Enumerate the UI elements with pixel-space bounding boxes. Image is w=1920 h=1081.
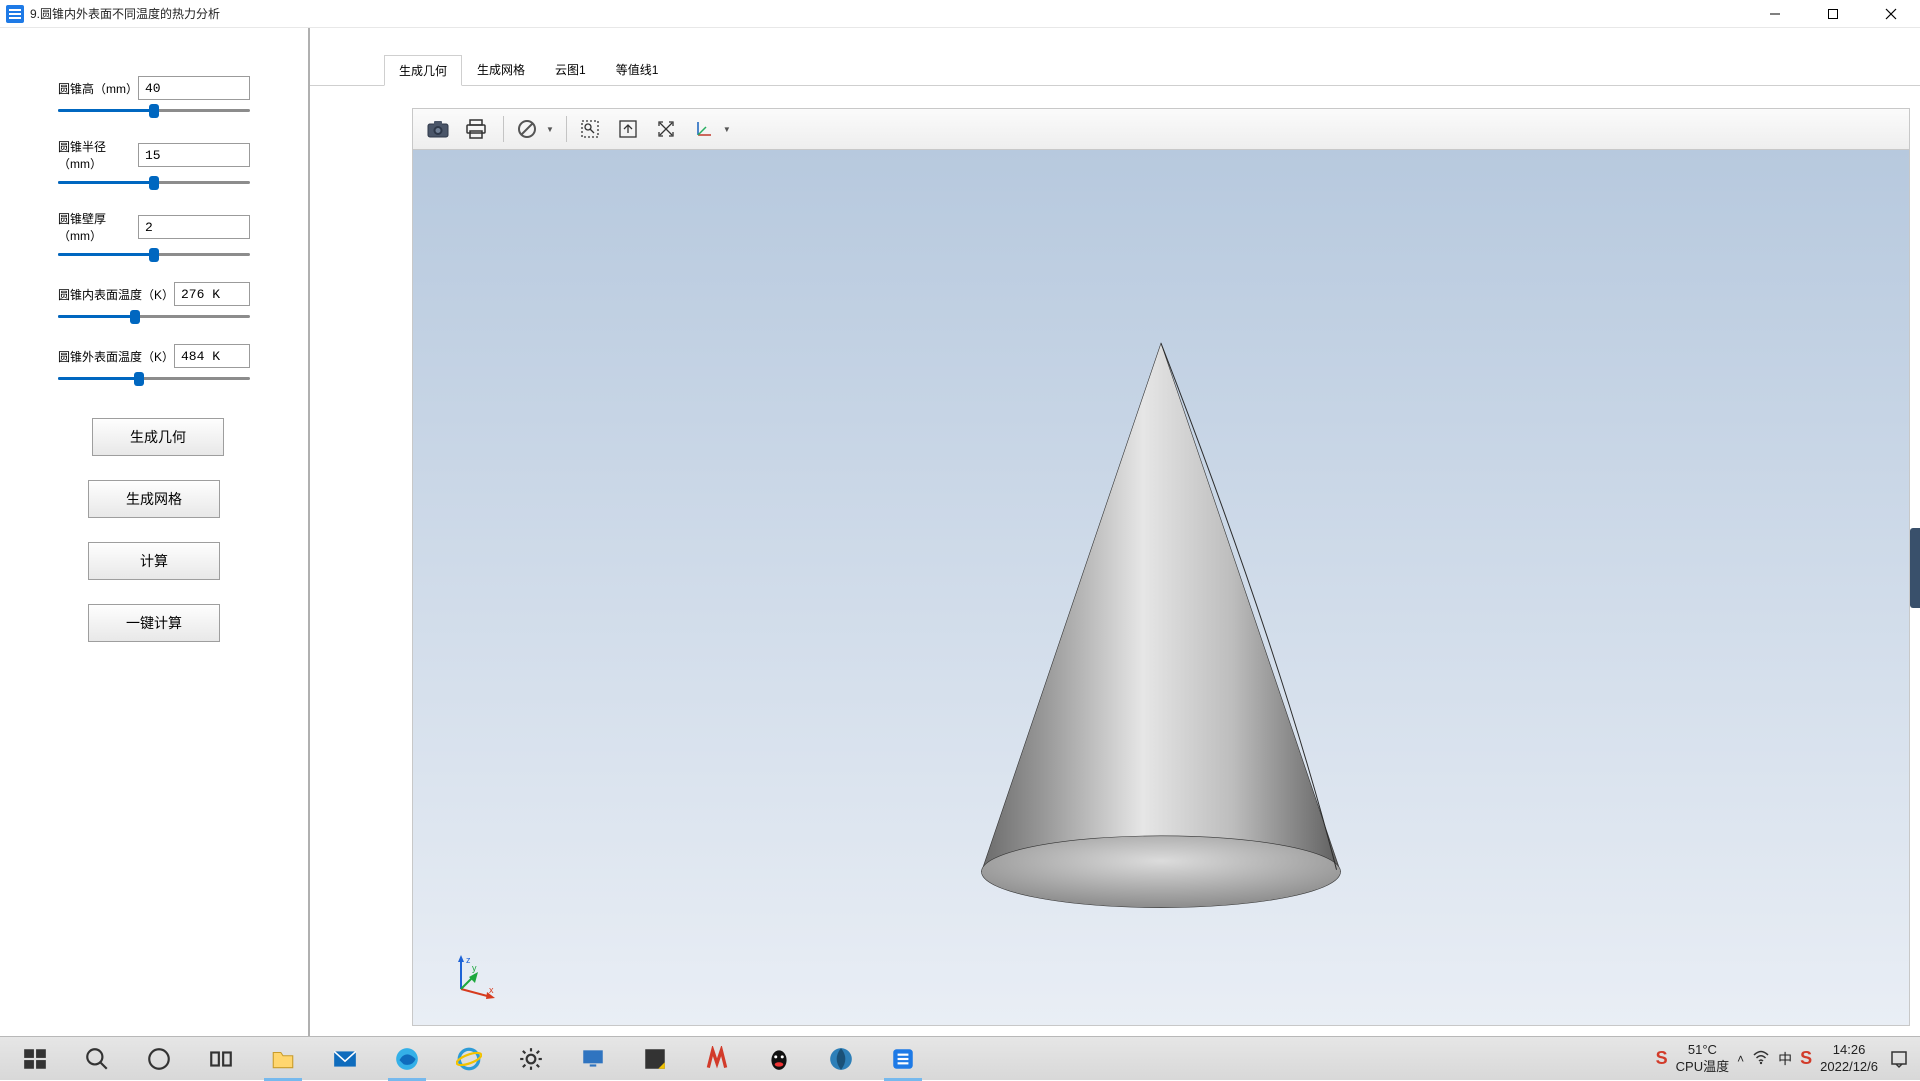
title-bar: 9.圆锥内外表面不同温度的热力分析 xyxy=(0,0,1920,28)
compute-button[interactable]: 计算 xyxy=(88,542,220,580)
generate-geometry-button[interactable]: 生成几何 xyxy=(92,418,224,456)
window-controls xyxy=(1746,0,1920,28)
param-label: 圆锥壁厚（mm） xyxy=(58,210,138,244)
parameters-sidebar: 圆锥高（mm） 圆锥半径（mm） 圆锥壁厚（mm） 圆锥内表面温度（K） xyxy=(0,28,310,1036)
cpu-temp-value: 51°C xyxy=(1676,1042,1729,1059)
cone-radius-input[interactable] xyxy=(138,143,250,167)
svg-text:x: x xyxy=(489,985,494,995)
inner-temp-input[interactable] xyxy=(174,282,250,306)
system-tray: S 51°C CPU温度 ˄ 中 S 14:26 2022/12/6 xyxy=(1656,1042,1920,1076)
start-button[interactable] xyxy=(4,1037,66,1081)
action-buttons: 生成几何 生成网格 计算 一键计算 xyxy=(58,418,250,642)
edge-icon[interactable] xyxy=(376,1037,438,1081)
chevron-up-icon[interactable]: ˄ xyxy=(1737,1052,1744,1066)
generate-mesh-button[interactable]: 生成网格 xyxy=(88,480,220,518)
chevron-down-icon[interactable]: ▼ xyxy=(723,125,731,134)
inner-temp-slider[interactable] xyxy=(58,306,250,326)
tab-contour[interactable]: 云图1 xyxy=(540,54,601,85)
param-row-temp-inner: 圆锥内表面温度（K） xyxy=(58,282,250,306)
collapse-handle[interactable] xyxy=(1910,528,1920,608)
window-title: 9.圆锥内外表面不同温度的热力分析 xyxy=(30,5,220,22)
app-icon xyxy=(6,5,24,23)
cone-thickness-input[interactable] xyxy=(138,215,250,239)
zoom-window-icon[interactable] xyxy=(573,114,607,144)
search-icon[interactable] xyxy=(66,1037,128,1081)
sticky-notes-icon[interactable] xyxy=(624,1037,686,1081)
main-panel: 生成几何 生成网格 云图1 等值线1 ▼ xyxy=(310,28,1920,1036)
notifications-icon[interactable] xyxy=(1886,1046,1912,1072)
clock-date: 2022/12/6 xyxy=(1820,1059,1878,1076)
toolbar-separator xyxy=(566,116,567,142)
outer-temp-input[interactable] xyxy=(174,344,250,368)
wifi-icon[interactable] xyxy=(1752,1048,1770,1069)
chevron-down-icon[interactable]: ▼ xyxy=(546,125,554,134)
svg-text:y: y xyxy=(472,963,477,973)
cone-height-slider[interactable] xyxy=(58,100,250,120)
view-tabs: 生成几何 生成网格 云图1 等值线1 xyxy=(310,52,1920,86)
outer-temp-slider[interactable] xyxy=(58,368,250,388)
windows-taskbar: S 51°C CPU温度 ˄ 中 S 14:26 2022/12/6 xyxy=(0,1036,1920,1080)
param-label: 圆锥高（mm） xyxy=(58,80,138,97)
file-explorer-icon[interactable] xyxy=(252,1037,314,1081)
monitor-icon[interactable] xyxy=(562,1037,624,1081)
wps-icon[interactable] xyxy=(686,1037,748,1081)
ie-icon[interactable] xyxy=(438,1037,500,1081)
ime-s2-icon[interactable]: S xyxy=(1800,1048,1812,1069)
axes-icon[interactable] xyxy=(687,114,721,144)
param-row-height: 圆锥高（mm） xyxy=(58,76,250,100)
no-entry-icon[interactable] xyxy=(510,114,544,144)
param-row-radius: 圆锥半径（mm） xyxy=(58,138,250,172)
tab-isoline[interactable]: 等值线1 xyxy=(601,54,674,85)
cone-model xyxy=(413,150,1909,1025)
fit-view-icon[interactable] xyxy=(611,114,645,144)
camera-icon[interactable] xyxy=(421,114,455,144)
tab-mesh[interactable]: 生成网格 xyxy=(462,54,540,85)
current-app-icon[interactable] xyxy=(872,1037,934,1081)
browser-icon[interactable] xyxy=(810,1037,872,1081)
toolbar-separator xyxy=(503,116,504,142)
ime-ch-icon[interactable]: 中 xyxy=(1778,1049,1792,1069)
param-label: 圆锥半径（mm） xyxy=(58,138,138,172)
clock-time: 14:26 xyxy=(1820,1042,1878,1059)
cpu-temp-widget[interactable]: 51°C CPU温度 xyxy=(1676,1042,1729,1076)
cone-radius-slider[interactable] xyxy=(58,172,250,192)
ime-s-icon[interactable]: S xyxy=(1656,1048,1668,1069)
param-label: 圆锥内表面温度（K） xyxy=(58,286,174,303)
mail-icon[interactable] xyxy=(314,1037,376,1081)
minimize-button[interactable] xyxy=(1746,0,1804,28)
task-view-icon[interactable] xyxy=(190,1037,252,1081)
cortana-icon[interactable] xyxy=(128,1037,190,1081)
reset-view-icon[interactable] xyxy=(649,114,683,144)
view-toolbar: ▼ ▼ xyxy=(412,108,1910,150)
cone-thickness-slider[interactable] xyxy=(58,244,250,264)
param-row-temp-outer: 圆锥外表面温度（K） xyxy=(58,344,250,368)
close-button[interactable] xyxy=(1862,0,1920,28)
qq-icon[interactable] xyxy=(748,1037,810,1081)
param-label: 圆锥外表面温度（K） xyxy=(58,348,174,365)
param-row-thickness: 圆锥壁厚（mm） xyxy=(58,210,250,244)
cpu-temp-label: CPU温度 xyxy=(1676,1059,1729,1076)
svg-text:z: z xyxy=(466,955,471,965)
axis-triad-icon: z x y xyxy=(449,953,497,1001)
print-icon[interactable] xyxy=(459,114,493,144)
cone-height-input[interactable] xyxy=(138,76,250,100)
viewport-3d[interactable]: z x y xyxy=(412,150,1910,1026)
clock-widget[interactable]: 14:26 2022/12/6 xyxy=(1820,1042,1878,1076)
settings-icon[interactable] xyxy=(500,1037,562,1081)
maximize-button[interactable] xyxy=(1804,0,1862,28)
tab-geometry[interactable]: 生成几何 xyxy=(384,55,462,86)
one-click-compute-button[interactable]: 一键计算 xyxy=(88,604,220,642)
